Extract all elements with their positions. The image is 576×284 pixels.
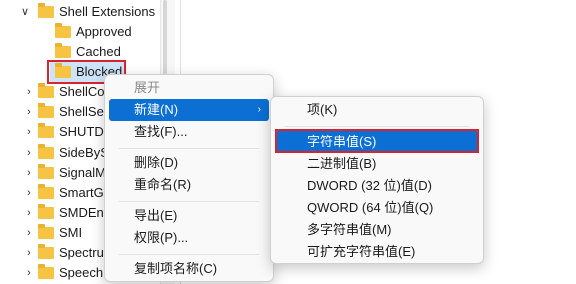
submenu-item-qword-value[interactable]: QWORD (64 位)值(Q) [275, 197, 479, 219]
folder-icon [38, 123, 54, 138]
menu-separator [119, 148, 259, 149]
submenu-item-dword-value[interactable]: DWORD (32 位)值(D) [275, 175, 479, 197]
tree-item-label: ShellCo [59, 84, 105, 99]
submenu-item-expandable-string-value[interactable]: 可扩充字符串值(E) [275, 241, 479, 263]
folder-icon [38, 224, 54, 239]
tree-item-label: Shell Extensions [59, 4, 156, 19]
chevron-right-icon[interactable]: › [22, 203, 36, 223]
context-menu: 展开 新建(N) › 查找(F)... 删除(D) 重命名(R) 导出(E) 权… [104, 74, 274, 282]
tree-item-label: SideByS [59, 145, 109, 160]
chevron-right-icon[interactable]: › [22, 243, 36, 263]
submenu-item-binary-value[interactable]: 二进制值(B) [275, 153, 479, 175]
folder-icon [38, 264, 54, 279]
tree-item-shell-extensions[interactable]: ∨ Shell Extensions [0, 2, 160, 22]
menu-item-permissions[interactable]: 权限(P)... [109, 227, 269, 249]
folder-icon [38, 83, 54, 98]
chevron-down-icon[interactable]: ∨ [18, 2, 32, 22]
menu-item-delete[interactable]: 删除(D) [109, 152, 269, 174]
highlight-box-string-value [275, 129, 479, 153]
menu-separator [285, 126, 469, 127]
chevron-right-icon[interactable]: › [22, 82, 36, 102]
menu-separator [119, 254, 259, 255]
chevron-right-icon[interactable]: › [22, 143, 36, 163]
folder-icon [55, 23, 71, 38]
tree-item-label: SmartG [59, 185, 104, 200]
submenu-arrow-icon: › [257, 104, 261, 115]
chevron-right-icon[interactable]: › [22, 122, 36, 142]
folder-icon [38, 184, 54, 199]
tree-item-label: Approved [76, 24, 132, 39]
menu-item-label: 新建(N) [134, 102, 179, 117]
menu-item-expand[interactable]: 展开 [109, 77, 269, 99]
tree-item-label: ShellSer [59, 104, 109, 119]
tree-item-label: SMI [59, 225, 83, 240]
tree-item-label: SHUTD [59, 124, 104, 139]
submenu-item-key[interactable]: 项(K) [275, 99, 479, 121]
chevron-right-icon[interactable]: › [22, 163, 36, 183]
menu-item-export[interactable]: 导出(E) [109, 205, 269, 227]
tree-item-label: Spectru [59, 245, 104, 260]
folder-icon [38, 244, 54, 259]
menu-item-new[interactable]: 新建(N) › [109, 99, 269, 121]
chevron-right-icon[interactable]: › [22, 102, 36, 122]
menu-separator [119, 201, 259, 202]
folder-icon [38, 103, 54, 118]
folder-icon [38, 164, 54, 179]
folder-icon [38, 144, 54, 159]
chevron-right-icon[interactable]: › [22, 223, 36, 243]
tree-item-label: SignalM [59, 165, 106, 180]
folder-icon [55, 43, 71, 58]
tree-item-label: Speech [59, 265, 104, 280]
menu-item-find[interactable]: 查找(F)... [109, 121, 269, 143]
tree-item-approved[interactable]: Approved [0, 22, 160, 42]
chevron-right-icon[interactable]: › [22, 263, 36, 283]
submenu-item-multi-string-value[interactable]: 多字符串值(M) [275, 219, 479, 241]
menu-item-rename[interactable]: 重命名(R) [109, 174, 269, 196]
folder-icon [38, 3, 54, 18]
tree-item-cached[interactable]: Cached [0, 42, 160, 62]
menu-item-copy-key-name[interactable]: 复制项名称(C) [109, 258, 269, 280]
folder-icon [38, 204, 54, 219]
tree-item-label: SMDEn [59, 205, 104, 220]
chevron-right-icon[interactable]: › [22, 183, 36, 203]
new-submenu: 项(K) 字符串值(S) 二进制值(B) DWORD (32 位)值(D) QW… [270, 96, 484, 264]
tree-item-label: Cached [76, 44, 121, 59]
